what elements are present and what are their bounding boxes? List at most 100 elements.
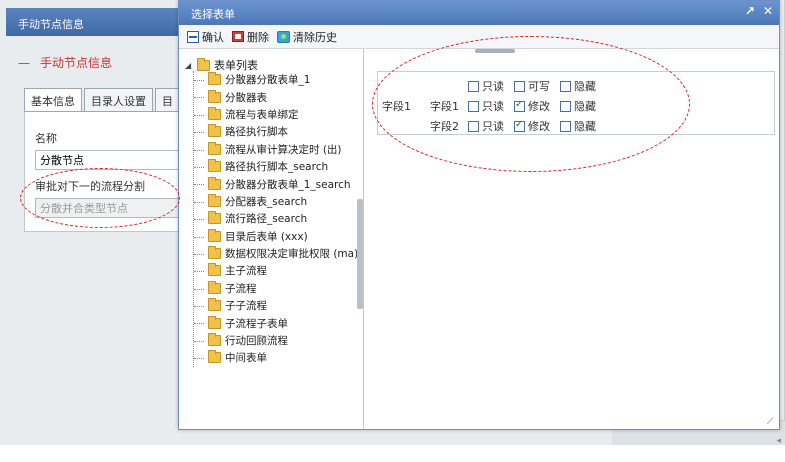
permission-row-field1: 字段1 只读 修改 隐藏 bbox=[430, 98, 606, 114]
form-tree-panel: ◢ 表单列表 分散器分散表单_1 分散器表 流程与表单绑定 路径执行脚本 流程从… bbox=[179, 49, 364, 429]
corner-marker-icon: ◂ bbox=[776, 436, 781, 446]
tree-item[interactable]: 分散器表 bbox=[194, 88, 358, 105]
background-page-title: — 手动节点信息 bbox=[18, 54, 112, 71]
tree-item-label: 中间表单 bbox=[225, 352, 267, 365]
permission-row-field2: 字段2 只读 修改 隐藏 bbox=[430, 118, 606, 134]
hidden-checkbox[interactable]: 隐藏 bbox=[560, 98, 596, 114]
folder-icon bbox=[208, 193, 221, 207]
tree-item[interactable]: 流程从审计算决定时 (出) bbox=[194, 141, 358, 158]
tree-item-label: 分散器分散表单_1_search bbox=[225, 178, 351, 191]
checkbox-label: 修改 bbox=[528, 100, 550, 113]
tree-item[interactable]: 主子流程 bbox=[194, 262, 358, 279]
tree-item-label: 流程从审计算决定时 (出) bbox=[225, 143, 342, 156]
folder-icon bbox=[208, 159, 221, 173]
tree-item-label: 路径执行脚本 bbox=[225, 126, 288, 139]
dialog-titlebar[interactable]: 选择表单 ↗ ✕ bbox=[179, 1, 779, 25]
writable-all-checkbox[interactable]: 可写 bbox=[514, 78, 550, 94]
dialog-toolbar: 确认 删除 清除历史 bbox=[179, 25, 779, 49]
modify-checkbox[interactable]: 修改 bbox=[514, 98, 550, 114]
clear-history-button[interactable]: 清除历史 bbox=[277, 29, 337, 45]
permission-row-all: 只读 可写 隐藏 bbox=[430, 78, 606, 94]
checkbox-label: 只读 bbox=[482, 100, 504, 113]
readonly-checkbox[interactable]: 只读 bbox=[468, 98, 504, 114]
tree-item[interactable]: 数据权限决定审批权限 (ma) bbox=[194, 245, 358, 262]
tab-more[interactable]: 目 bbox=[155, 88, 180, 111]
tree-item[interactable]: 分散器分散表单_1 bbox=[194, 71, 358, 88]
clear-label: 清除历史 bbox=[293, 30, 337, 44]
splitter-handle[interactable] bbox=[475, 49, 515, 53]
checkbox-label: 隐藏 bbox=[574, 80, 596, 93]
checkbox-box[interactable] bbox=[514, 80, 525, 92]
tree-item[interactable]: 中间表单 bbox=[194, 349, 358, 366]
tab-basic-info[interactable]: 基本信息 bbox=[24, 88, 82, 111]
background-header: 手动节点信息 bbox=[6, 8, 182, 36]
checkbox-box[interactable] bbox=[468, 120, 479, 132]
tree-item-label: 子流程 bbox=[225, 282, 257, 295]
row-label: 字段1 bbox=[430, 100, 459, 113]
checkbox-label: 只读 bbox=[482, 120, 504, 133]
tree-item[interactable]: 子子流程 bbox=[194, 297, 358, 314]
field-permission-panel: 字段1 只读 可写 隐藏 字段1 只读 修改 隐藏 字段2 只读 修改 隐藏 ⟋ bbox=[365, 49, 779, 429]
folder-icon bbox=[208, 72, 221, 86]
tree-item[interactable]: 路径执行脚本 bbox=[194, 123, 358, 140]
background-page-title-text: 手动节点信息 bbox=[40, 56, 113, 70]
tree-item[interactable]: 子流程子表单 bbox=[194, 314, 358, 331]
tree-item[interactable]: 流程与表单绑定 bbox=[194, 106, 358, 123]
checkbox-box[interactable] bbox=[514, 119, 525, 132]
tree-item[interactable]: 目录后表单 (xxx) bbox=[194, 228, 358, 245]
readonly-checkbox[interactable]: 只读 bbox=[468, 118, 504, 134]
hidden-checkbox[interactable]: 隐藏 bbox=[560, 118, 596, 134]
tree-item-label: 流程与表单绑定 bbox=[225, 108, 299, 121]
tree-item-label: 路径执行脚本_search bbox=[225, 161, 329, 174]
tree-scrollbar[interactable] bbox=[357, 199, 363, 309]
restore-icon[interactable]: ↗ bbox=[745, 4, 755, 18]
checkbox-box[interactable] bbox=[560, 120, 571, 132]
background-form: 名称 审批对下一的流程分割 bbox=[24, 112, 180, 232]
folder-icon bbox=[208, 263, 221, 277]
tree-list: 分散器分散表单_1 分散器表 流程与表单绑定 路径执行脚本 流程从审计算决定时 … bbox=[193, 71, 358, 367]
confirm-label: 确认 bbox=[202, 30, 224, 44]
row-label: 字段2 bbox=[430, 120, 459, 133]
confirm-icon bbox=[187, 30, 199, 43]
checkbox-label: 可写 bbox=[528, 80, 550, 93]
checkbox-box[interactable] bbox=[560, 100, 571, 112]
dialog-window-controls: ↗ ✕ bbox=[745, 4, 773, 18]
name-label: 名称 bbox=[35, 132, 57, 145]
tree-item-label: 子流程子表单 bbox=[225, 317, 288, 330]
tree-item-label: 数据权限决定审批权限 (ma) bbox=[225, 248, 359, 261]
folder-icon bbox=[208, 280, 221, 294]
tree-item[interactable]: 路径执行脚本_search bbox=[194, 158, 358, 175]
folder-icon bbox=[208, 211, 221, 225]
tree-item[interactable]: 行动回顾流程 bbox=[194, 332, 358, 349]
tree-item[interactable]: 流行路径_search bbox=[194, 210, 358, 227]
checkbox-box[interactable] bbox=[468, 100, 479, 112]
name-field[interactable] bbox=[35, 150, 179, 170]
hidden-all-checkbox[interactable]: 隐藏 bbox=[560, 78, 596, 94]
expand-icon[interactable]: ◢ bbox=[185, 61, 193, 70]
modify-checkbox[interactable]: 修改 bbox=[514, 118, 550, 134]
checkbox-box[interactable] bbox=[468, 80, 479, 92]
tree-item-label: 主子流程 bbox=[225, 265, 267, 278]
tab-directory-settings[interactable]: 目录人设置 bbox=[84, 88, 153, 111]
checkbox-box[interactable] bbox=[560, 80, 571, 92]
readonly-all-checkbox[interactable]: 只读 bbox=[468, 78, 504, 94]
node-type-field bbox=[35, 198, 179, 218]
close-icon[interactable]: ✕ bbox=[763, 4, 773, 18]
tree-item[interactable]: 分散器分散表单_1_search bbox=[194, 175, 358, 192]
resize-grip-icon[interactable]: ⟋ bbox=[767, 417, 777, 427]
checkbox-box[interactable] bbox=[514, 99, 525, 112]
tree-item-label: 分散器分散表单_1 bbox=[225, 74, 311, 87]
select-form-dialog: 选择表单 ↗ ✕ 确认 删除 清除历史 ◢ 表单列表 分散器分散表单_1 分散器… bbox=[178, 0, 780, 430]
delete-button[interactable]: 删除 bbox=[232, 29, 269, 45]
node-type-label: 审批对下一的流程分割 bbox=[35, 180, 145, 193]
confirm-button[interactable]: 确认 bbox=[187, 29, 224, 45]
folder-icon bbox=[208, 298, 221, 312]
tree-item[interactable]: 分配器表_search bbox=[194, 193, 358, 210]
tree-item-label: 行动回顾流程 bbox=[225, 335, 288, 348]
tree-item-label: 目录后表单 (xxx) bbox=[225, 230, 308, 243]
folder-icon bbox=[208, 315, 221, 329]
delete-icon bbox=[232, 31, 244, 42]
folder-icon bbox=[208, 228, 221, 242]
tree-item[interactable]: 子流程 bbox=[194, 280, 358, 297]
clear-icon bbox=[277, 30, 290, 43]
